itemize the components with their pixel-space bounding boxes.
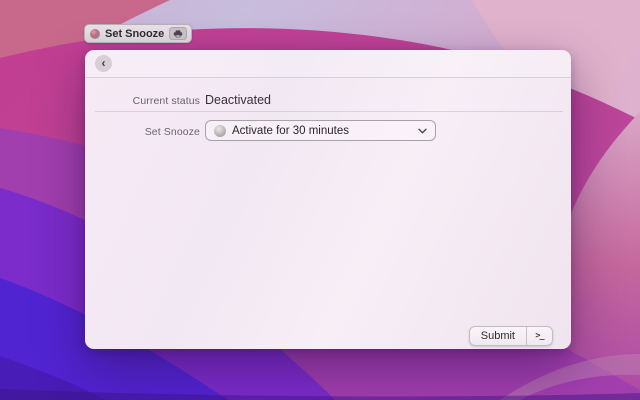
chevron-left-icon: ‹ <box>101 56 106 70</box>
status-field-label: Current status <box>132 95 200 107</box>
status-field-value: Deactivated <box>205 93 272 107</box>
printer-icon <box>169 27 188 40</box>
command-title: Set Snooze <box>105 27 165 40</box>
app-window: ‹ Current status Deactivated Set Snooze … <box>85 50 571 349</box>
clock-icon <box>214 124 226 137</box>
submit-button-label: Submit <box>480 330 515 342</box>
submit-button[interactable]: Submit >_ <box>468 326 553 346</box>
back-button[interactable]: ‹ <box>95 55 112 72</box>
window-header: ‹ <box>85 50 571 78</box>
row-divider <box>95 111 563 112</box>
terminal-prompt-icon: >_ <box>526 327 552 345</box>
snooze-selected-option: Activate for 30 minutes <box>232 124 349 137</box>
chevron-down-icon <box>418 128 427 134</box>
snooze-field-label: Set Snooze <box>144 126 200 138</box>
app-icon <box>90 28 100 39</box>
snooze-select[interactable]: Activate for 30 minutes <box>205 120 436 141</box>
command-pill[interactable]: Set Snooze <box>84 24 193 43</box>
